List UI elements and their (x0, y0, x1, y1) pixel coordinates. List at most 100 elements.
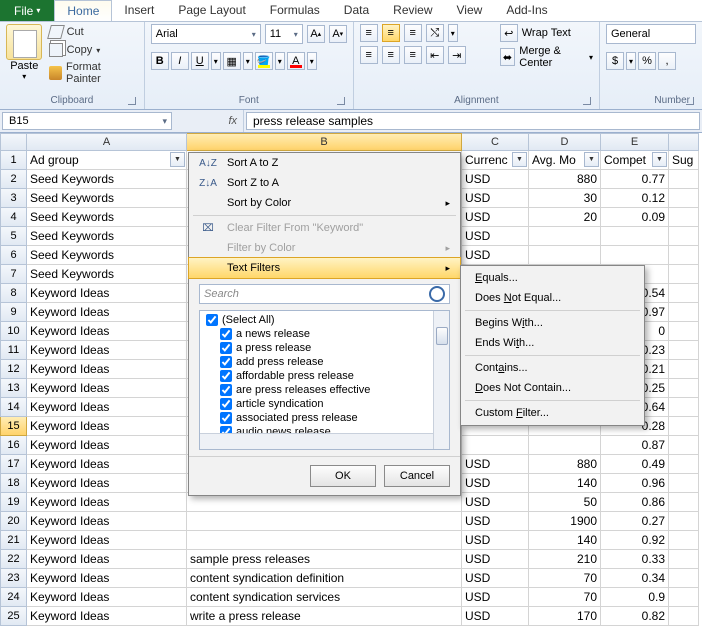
cell[interactable] (669, 531, 699, 550)
scrollbar-horizontal[interactable] (200, 433, 433, 449)
select-all-corner[interactable] (0, 133, 27, 151)
cell[interactable]: write a press release (187, 607, 462, 626)
cell[interactable]: Keyword Ideas (27, 550, 187, 569)
cell[interactable]: 0.9 (601, 588, 669, 607)
percent-button[interactable]: % (638, 52, 656, 70)
cell[interactable]: Keyword Ideas (27, 303, 187, 322)
row-header[interactable]: 5 (0, 227, 27, 246)
cell[interactable] (669, 607, 699, 626)
cell[interactable]: Keyword Ideas (27, 569, 187, 588)
cell[interactable] (462, 436, 529, 455)
cell[interactable]: 1900 (529, 512, 601, 531)
paste-button[interactable]: Paste ▾ (6, 24, 43, 81)
tab-formulas[interactable]: Formulas (258, 0, 332, 21)
cell[interactable]: Seed Keywords (27, 208, 187, 227)
cell[interactable]: content syndication services (187, 588, 462, 607)
scroll-thumb[interactable] (436, 327, 448, 345)
filter-checkbox-item[interactable]: a news release (200, 327, 449, 341)
font-size-combo[interactable]: 11 (265, 24, 303, 44)
sort-by-color[interactable]: Sort by Color (189, 193, 460, 213)
orientation-more[interactable]: ▾ (448, 24, 458, 42)
row-header[interactable]: 2 (0, 170, 27, 189)
formula-input[interactable]: press release samples (246, 112, 700, 130)
cell[interactable]: 170 (529, 607, 601, 626)
checkbox[interactable] (206, 314, 218, 326)
fx-icon[interactable]: fx (174, 110, 244, 132)
cell[interactable]: Seed Keywords (27, 265, 187, 284)
cell[interactable]: 140 (529, 474, 601, 493)
col-header-c[interactable]: C (462, 133, 529, 151)
cell[interactable] (669, 246, 699, 265)
row-header[interactable]: 4 (0, 208, 27, 227)
cell[interactable] (669, 341, 699, 360)
row-header[interactable]: 7 (0, 265, 27, 284)
contains-item[interactable]: Contains... (461, 358, 644, 378)
cell[interactable]: Seed Keywords (27, 189, 187, 208)
wrap-text-button[interactable]: ↩Wrap Text (500, 24, 593, 42)
cell[interactable]: Keyword Ideas (27, 588, 187, 607)
tab-addins[interactable]: Add-Ins (494, 0, 559, 21)
cell[interactable] (669, 512, 699, 531)
row-header[interactable]: 12 (0, 360, 27, 379)
name-box[interactable]: B15 (2, 112, 172, 130)
cell[interactable]: USD (462, 474, 529, 493)
cell[interactable] (669, 379, 699, 398)
cell[interactable] (529, 227, 601, 246)
cell[interactable]: 0.87 (601, 436, 669, 455)
merge-center-button[interactable]: ⬌Merge & Center ▾ (500, 45, 593, 69)
cell[interactable] (669, 284, 699, 303)
cancel-button[interactable]: Cancel (384, 465, 450, 487)
sort-az[interactable]: A↓ZSort A to Z (189, 153, 460, 173)
comma-button[interactable]: , (658, 52, 676, 70)
number-format-combo[interactable]: General (606, 24, 696, 44)
font-color-more[interactable]: ▾ (307, 52, 317, 70)
bold-button[interactable]: B (151, 52, 169, 70)
checkbox[interactable] (220, 370, 232, 382)
row-header[interactable]: 19 (0, 493, 27, 512)
cell[interactable] (669, 493, 699, 512)
col-header-f[interactable] (669, 133, 699, 151)
tab-review[interactable]: Review (381, 0, 444, 21)
underline-button[interactable]: U (191, 52, 209, 70)
cell[interactable] (669, 227, 699, 246)
cell[interactable]: 0.49 (601, 455, 669, 474)
cell[interactable]: 50 (529, 493, 601, 512)
checkbox[interactable] (220, 356, 232, 368)
decrease-indent[interactable]: ⇤ (426, 46, 444, 64)
cell[interactable] (669, 265, 699, 284)
row-header[interactable]: 18 (0, 474, 27, 493)
cell[interactable]: Sug (669, 151, 699, 170)
checkbox[interactable] (220, 384, 232, 396)
cell[interactable]: Compet▼ (601, 151, 669, 170)
cell[interactable] (669, 208, 699, 227)
align-right[interactable]: ≡ (404, 46, 422, 64)
tab-data[interactable]: Data (332, 0, 381, 21)
cell[interactable]: 880 (529, 455, 601, 474)
cell[interactable]: 880 (529, 170, 601, 189)
increase-indent[interactable]: ⇥ (448, 46, 466, 64)
not-contain-item[interactable]: Does Not Contain... (461, 378, 644, 398)
cell[interactable]: USD (462, 588, 529, 607)
cell[interactable]: 0.27 (601, 512, 669, 531)
row-header[interactable]: 14 (0, 398, 27, 417)
equals-item[interactable]: Equals... (461, 268, 644, 288)
cell[interactable] (669, 436, 699, 455)
row-header[interactable]: 6 (0, 246, 27, 265)
row-header[interactable]: 9 (0, 303, 27, 322)
align-top[interactable]: ≡ (360, 24, 378, 42)
filter-checkbox-item[interactable]: (Select All) (200, 313, 449, 327)
cell[interactable] (601, 246, 669, 265)
cell[interactable]: USD (462, 227, 529, 246)
cell[interactable]: Ad group▼ (27, 151, 187, 170)
underline-more[interactable]: ▾ (211, 52, 221, 70)
border-button[interactable]: ▦ (223, 52, 241, 70)
row-header[interactable]: 16 (0, 436, 27, 455)
italic-button[interactable]: I (171, 52, 189, 70)
filter-button[interactable]: ▼ (170, 152, 185, 167)
cell[interactable]: 0.77 (601, 170, 669, 189)
col-header-a[interactable]: A (27, 133, 187, 151)
cell[interactable] (669, 189, 699, 208)
cell[interactable]: 20 (529, 208, 601, 227)
cell[interactable]: USD (462, 531, 529, 550)
ends-with-item[interactable]: Ends With... (461, 333, 644, 353)
